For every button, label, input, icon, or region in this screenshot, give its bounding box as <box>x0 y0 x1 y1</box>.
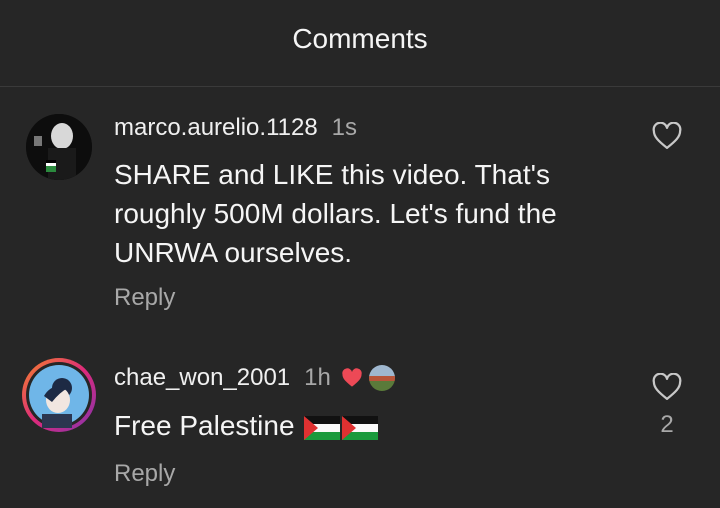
username[interactable]: chae_won_2001 <box>114 364 290 392</box>
page-title: Comments <box>292 23 428 54</box>
creator-avatar-icon <box>368 365 395 391</box>
comment-meta: chae_won_2001 1h <box>114 364 395 392</box>
like-count: 2 <box>660 411 674 438</box>
comment-item: chae_won_2001 1h Free Palestine Reply 2 <box>0 326 720 508</box>
avatar-image <box>26 114 92 180</box>
avatar[interactable] <box>26 114 92 180</box>
avatar-image <box>26 362 92 428</box>
timestamp: 1h <box>304 364 331 391</box>
palestine-flag-icon <box>342 415 379 440</box>
palestine-flag-icon <box>304 415 341 440</box>
comment-meta: marco.aurelio.1128 1s <box>114 114 357 142</box>
heart-outline-icon[interactable] <box>652 122 682 150</box>
reply-button[interactable]: Reply <box>114 284 175 312</box>
comment-text: SHARE and LIKE this video. That's roughl… <box>114 159 557 268</box>
liked-by-creator-icon <box>342 368 362 387</box>
comments-header: Comments <box>0 0 720 87</box>
comment-text: Free Palestine <box>114 406 634 445</box>
comment-item: marco.aurelio.1128 1s SHARE and LIKE thi… <box>0 86 720 326</box>
comment-text-content: Free Palestine <box>114 410 295 441</box>
heart-outline-icon[interactable] <box>652 373 682 401</box>
avatar[interactable] <box>22 358 96 432</box>
username[interactable]: marco.aurelio.1128 <box>114 114 318 142</box>
timestamp: 1s <box>331 114 358 141</box>
reply-button[interactable]: Reply <box>114 460 175 488</box>
